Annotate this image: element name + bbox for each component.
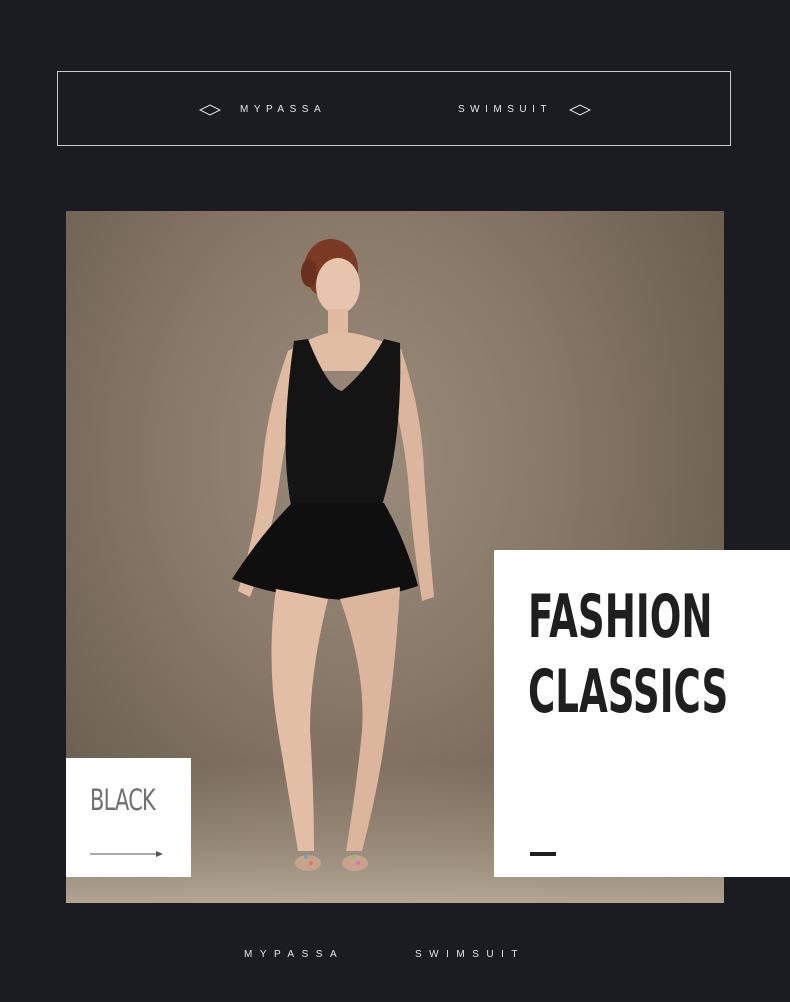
diamond-icon xyxy=(199,104,221,116)
dash-divider xyxy=(530,852,556,856)
footer-brand-text: MYPASSA xyxy=(244,949,345,960)
headline-line-2: CLASSICS xyxy=(528,657,729,727)
color-label: BLACK xyxy=(90,783,156,817)
footer-product-text: SWIMSUIT xyxy=(415,949,525,960)
top-banner: MYPASSA SWIMSUIT xyxy=(57,71,731,146)
banner-brand-text: MYPASSA xyxy=(240,104,327,115)
headline-card: FASHION CLASSICS xyxy=(494,550,790,877)
headline-line-1: FASHION xyxy=(528,582,713,652)
arrow-right-icon xyxy=(90,851,163,857)
banner-product-text: SWIMSUIT xyxy=(458,104,552,115)
diamond-icon xyxy=(569,104,591,116)
color-card: BLACK xyxy=(66,758,191,877)
